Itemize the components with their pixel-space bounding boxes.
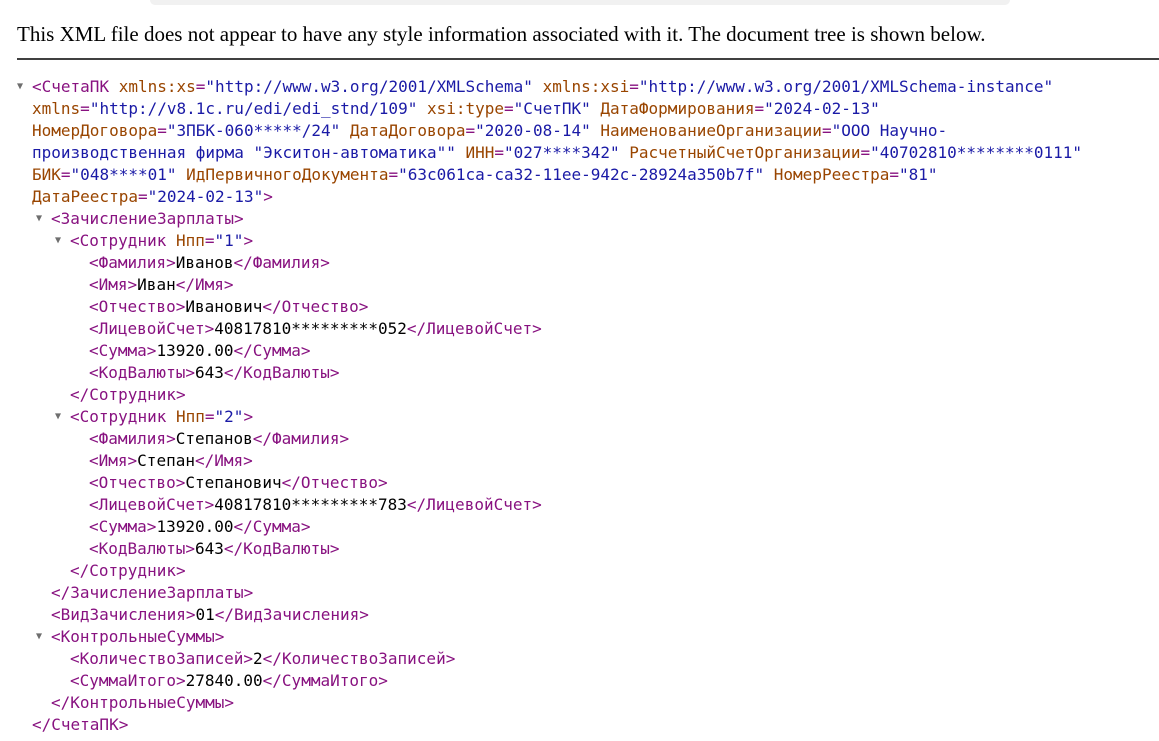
- employee-middlename-line: <Отчество>Степанович</Отчество>: [89, 473, 388, 492]
- root-open-line-6: ДатаРеестра="2024-02-13">: [32, 187, 273, 206]
- xml-style-notice: This XML file does not appear to have an…: [17, 22, 986, 46]
- root-tag-name: СчетаПК: [41, 77, 110, 96]
- collapse-toggle-icon[interactable]: ▼: [17, 76, 23, 98]
- payroll-close-line: </ЗачислениеЗарплаты>: [51, 583, 254, 602]
- employee-amount-line: <Сумма>13920.00</Сумма>: [89, 341, 311, 360]
- employee-amount-line: <Сумма>13920.00</Сумма>: [89, 517, 311, 536]
- employee-firstname-line: <Имя>Степан</Имя>: [89, 451, 253, 470]
- xml-document-tree: ▼ <СчетаПК xmlns:xs="http://www.w3.org/20…: [0, 76, 1159, 736]
- header-divider: [17, 58, 1159, 60]
- root-open-line-5: БИК="048****01" ИдПервичногоДокумента="6…: [32, 165, 938, 184]
- control-total-line: <СуммаИтого>27840.00</СуммаИтого>: [70, 671, 388, 690]
- employee-firstname-line: <Имя>Иван</Имя>: [89, 275, 234, 294]
- employee-middlename-line: <Отчество>Иванович</Отчество>: [89, 297, 369, 316]
- employee-open-line: ▼ <Сотрудник Нпп="2">: [55, 406, 254, 428]
- employee-currency-line: <КодВалюты>643</КодВалюты>: [89, 363, 340, 382]
- root-close-line: </СчетаПК>: [32, 715, 129, 734]
- collapse-toggle-icon[interactable]: ▼: [55, 230, 61, 252]
- employee-account-line: <ЛицевойСчет>40817810*********052</Лицев…: [89, 319, 542, 338]
- employee-close-line: </Сотрудник>: [70, 385, 186, 404]
- root-open-line-2: xmlns="http://v8.1c.ru/edi/edi_stnd/109"…: [32, 99, 880, 118]
- employee-currency-line: <КодВалюты>643</КодВалюты>: [89, 539, 340, 558]
- collapse-toggle-icon[interactable]: ▼: [55, 406, 61, 428]
- collapse-toggle-icon[interactable]: ▼: [36, 208, 42, 230]
- employee-lastname-line: <Фамилия>Степанов</Фамилия>: [89, 429, 350, 448]
- employee-lastname-line: <Фамилия>Иванов</Фамилия>: [89, 253, 330, 272]
- root-open-line-1: ▼ <СчетаПК xmlns:xs="http://www.w3.org/20…: [17, 76, 1054, 98]
- browser-top-edge: [150, 0, 1010, 5]
- payroll-open-line: ▼ <ЗачислениеЗарплаты>: [36, 208, 244, 230]
- collapse-toggle-icon[interactable]: ▼: [36, 626, 42, 648]
- root-open-line-3: НомерДоговора="ЗПБК-060*****/24" ДатаДог…: [32, 121, 948, 140]
- control-count-line: <КоличествоЗаписей>2</КоличествоЗаписей>: [70, 649, 456, 668]
- credit-type-line: <ВидЗачисления>01</ВидЗачисления>: [51, 605, 369, 624]
- control-open-line: ▼ <КонтрольныеСуммы>: [36, 626, 225, 648]
- employee-account-line: <ЛицевойСчет>40817810*********783</Лицев…: [89, 495, 542, 514]
- root-open-line-4: производственная фирма "Экситон-автомати…: [32, 143, 1083, 162]
- employee-close-line: </Сотрудник>: [70, 561, 186, 580]
- employee-open-line: ▼ <Сотрудник Нпп="1">: [55, 230, 254, 252]
- control-close-line: </КонтрольныеСуммы>: [51, 693, 235, 712]
